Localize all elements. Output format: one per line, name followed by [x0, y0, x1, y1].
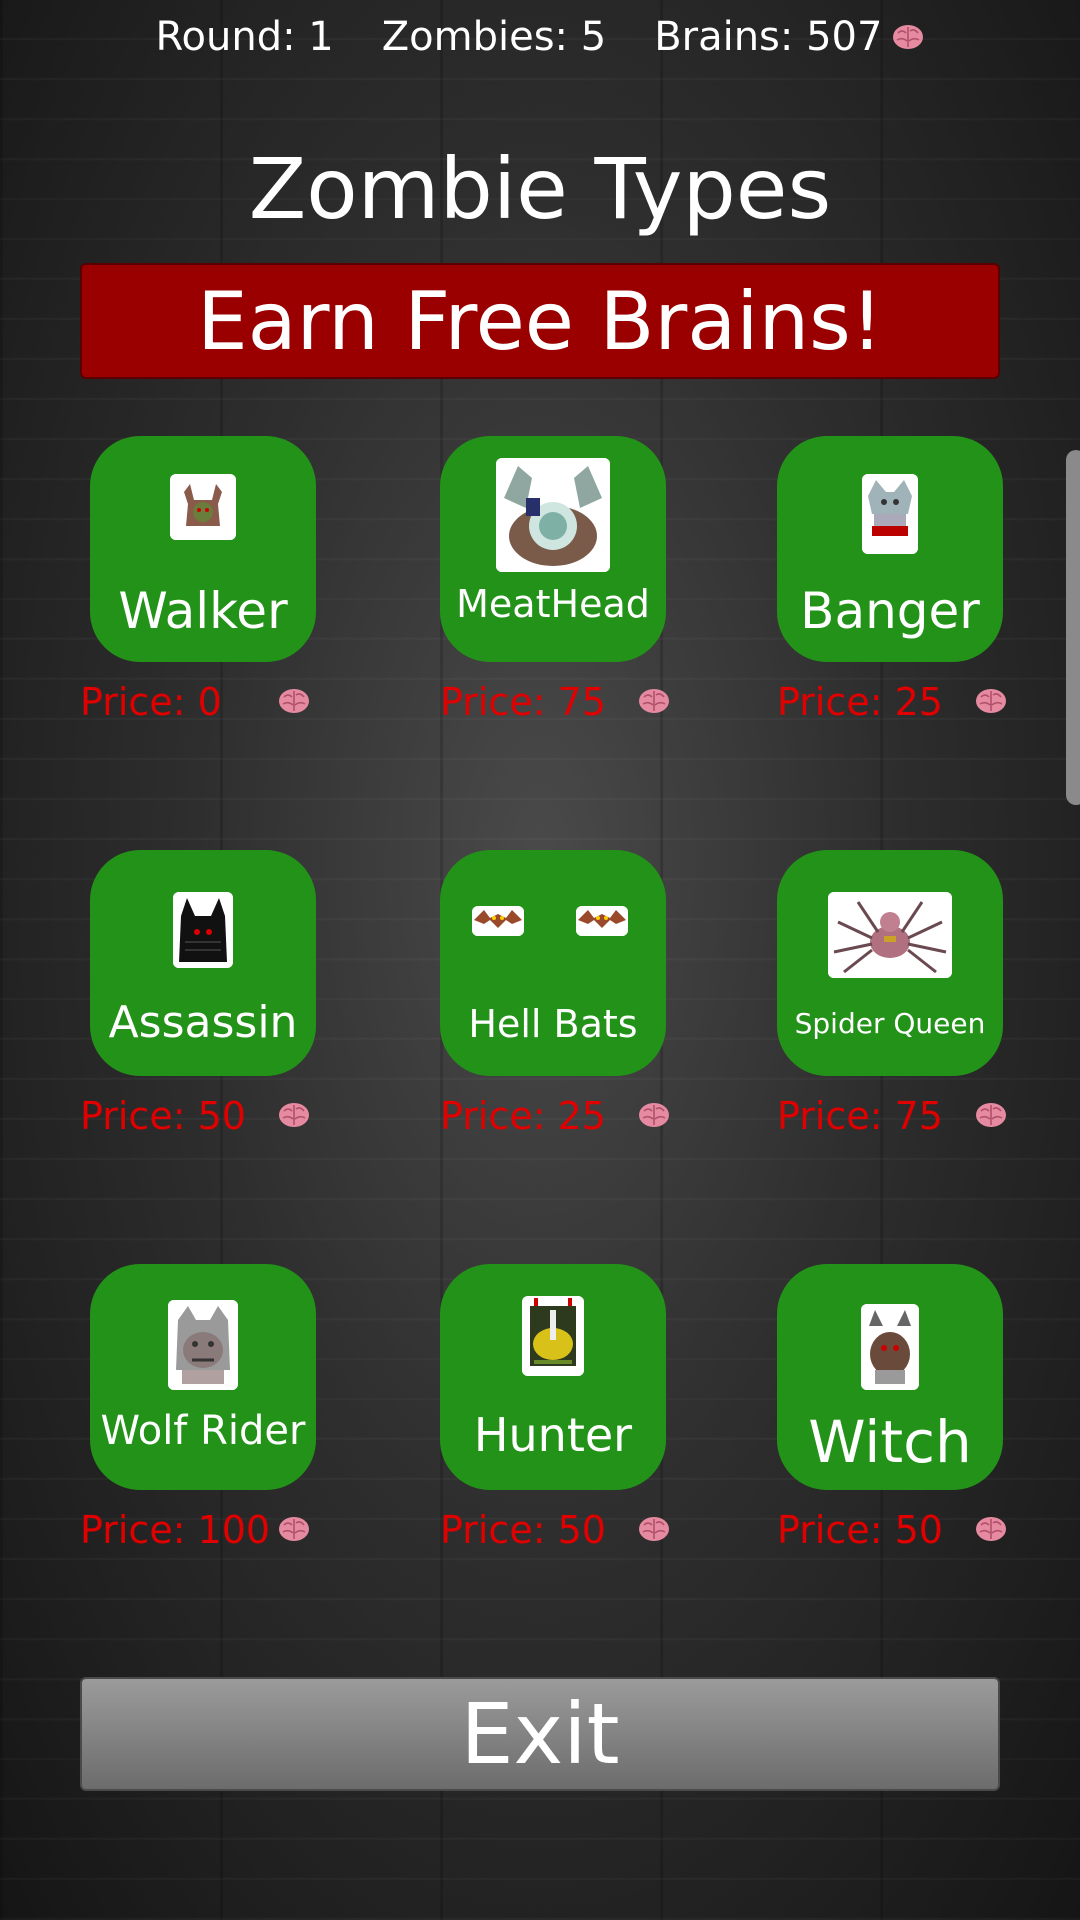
zombie-name: Witch — [808, 1408, 972, 1476]
zombie-price-label: Price: 100 — [80, 1508, 271, 1552]
zombie-price-label: Price: 25 — [440, 1094, 606, 1138]
zombie-price-label: Price: 75 — [777, 1094, 943, 1138]
zombie-price-label: Price: 0 — [80, 680, 222, 724]
zombie-name: Wolf Rider — [100, 1408, 306, 1454]
brain-icon — [278, 1515, 310, 1543]
zombie-price-label: Price: 25 — [777, 680, 943, 724]
wolf-rider-sprite-icon — [168, 1300, 238, 1390]
zombie-card-wolf-rider[interactable]: Wolf Rider — [90, 1264, 316, 1490]
zombie-price-label: Price: 50 — [440, 1508, 606, 1552]
zombie-price-label: Price: 75 — [440, 680, 606, 724]
brains-counter: Brains: 507 — [654, 14, 924, 60]
banger-sprite-icon — [862, 474, 918, 554]
zombie-name: Banger — [800, 582, 980, 640]
zombie-card-hell-bats[interactable]: Hell Bats — [440, 850, 666, 1076]
zombie-card-walker[interactable]: Walker — [90, 436, 316, 662]
hunter-sprite-icon — [522, 1296, 584, 1376]
zombie-card-banger[interactable]: Banger — [777, 436, 1003, 662]
brain-icon — [975, 1515, 1007, 1543]
status-bar: Round: 1 Zombies: 5 Brains: 507 — [0, 14, 1080, 60]
meathead-sprite-icon — [496, 458, 610, 572]
zombie-price: Price: 50 — [440, 1505, 670, 1555]
assassin-sprite-icon — [173, 892, 233, 968]
brains-counter-label: Brains: 507 — [654, 14, 883, 60]
zombie-price-label: Price: 50 — [80, 1094, 246, 1138]
brain-icon — [975, 1101, 1007, 1129]
zombie-price-label: Price: 50 — [777, 1508, 943, 1552]
zombie-price: Price: 75 — [440, 677, 670, 727]
brain-icon — [278, 687, 310, 715]
zombie-name: MeatHead — [456, 582, 650, 626]
zombie-price: Price: 50 — [777, 1505, 1007, 1555]
zombie-counter: Zombies: 5 — [381, 14, 607, 60]
zombie-card-meathead[interactable]: MeatHead — [440, 436, 666, 662]
brain-icon — [638, 1101, 670, 1129]
zombie-name: Spider Queen — [794, 1007, 986, 1040]
zombie-price: Price: 0 — [80, 677, 310, 727]
walker-sprite-icon — [170, 474, 236, 540]
brain-icon — [638, 1515, 670, 1543]
zombie-card-assassin[interactable]: Assassin — [90, 850, 316, 1076]
zombie-card-witch[interactable]: Witch — [777, 1264, 1003, 1490]
bat-sprite-icon — [472, 906, 524, 936]
spider-queen-sprite-icon — [828, 892, 952, 978]
zombie-price: Price: 50 — [80, 1091, 310, 1141]
zombie-price: Price: 75 — [777, 1091, 1007, 1141]
earn-free-brains-button[interactable]: Earn Free Brains! — [80, 263, 1000, 379]
zombie-name: Hunter — [473, 1408, 633, 1462]
scroll-handle[interactable] — [1066, 450, 1080, 805]
exit-button[interactable]: Exit — [80, 1677, 1000, 1791]
brain-icon — [892, 23, 924, 51]
round-counter: Round: 1 — [155, 14, 334, 60]
zombie-name: Assassin — [108, 997, 298, 1048]
zombie-price: Price: 25 — [440, 1091, 670, 1141]
zombie-price: Price: 100 — [80, 1505, 310, 1555]
brain-icon — [278, 1101, 310, 1129]
brain-icon — [638, 687, 670, 715]
zombie-card-spider-queen[interactable]: Spider Queen — [777, 850, 1003, 1076]
zombie-price: Price: 25 — [777, 677, 1007, 727]
zombie-name: Walker — [118, 582, 288, 640]
witch-sprite-icon — [861, 1304, 919, 1390]
page-title: Zombie Types — [248, 140, 832, 238]
bat-sprite-icon — [576, 906, 628, 936]
brain-icon — [975, 687, 1007, 715]
zombie-name: Hell Bats — [468, 1002, 638, 1046]
zombie-card-hunter[interactable]: Hunter — [440, 1264, 666, 1490]
